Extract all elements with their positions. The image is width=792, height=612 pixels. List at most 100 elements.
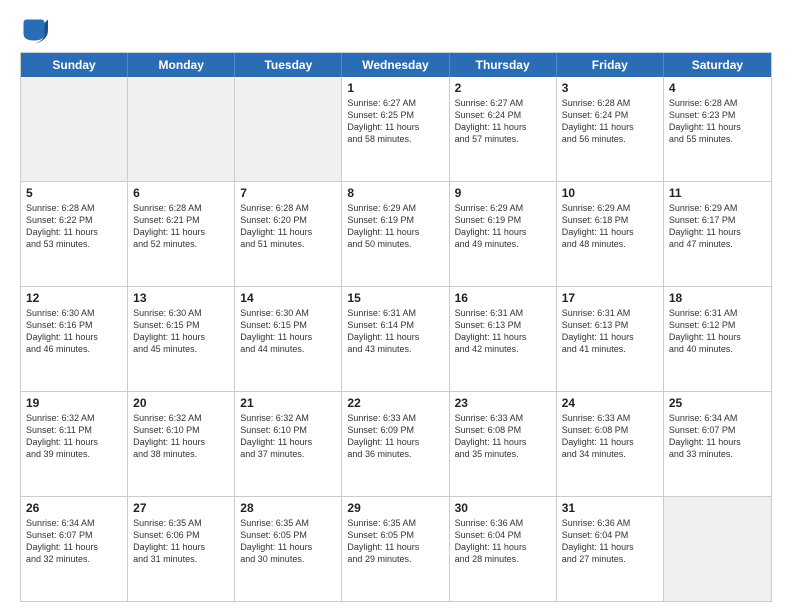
cal-cell-29: 29 Sunrise: 6:35 AM Sunset: 6:05 PM Dayli… — [342, 497, 449, 601]
day-number: 28 — [240, 501, 336, 515]
cell-info: Sunrise: 6:29 AM Sunset: 6:17 PM Dayligh… — [669, 202, 766, 251]
cell-info: Sunrise: 6:31 AM Sunset: 6:13 PM Dayligh… — [562, 307, 658, 356]
day-number: 22 — [347, 396, 443, 410]
cal-cell-19: 19 Sunrise: 6:32 AM Sunset: 6:11 PM Dayli… — [21, 392, 128, 496]
cal-cell-17: 17 Sunrise: 6:31 AM Sunset: 6:13 PM Dayli… — [557, 287, 664, 391]
cell-info: Sunrise: 6:28 AM Sunset: 6:20 PM Dayligh… — [240, 202, 336, 251]
cal-cell-24: 24 Sunrise: 6:33 AM Sunset: 6:08 PM Dayli… — [557, 392, 664, 496]
weekday-header-wednesday: Wednesday — [342, 53, 449, 77]
header — [20, 16, 772, 44]
day-number: 11 — [669, 186, 766, 200]
calendar-row-3: 12 Sunrise: 6:30 AM Sunset: 6:16 PM Dayli… — [21, 286, 771, 391]
cal-cell-2: 2 Sunrise: 6:27 AM Sunset: 6:24 PM Daylig… — [450, 77, 557, 181]
day-number: 3 — [562, 81, 658, 95]
cal-cell-15: 15 Sunrise: 6:31 AM Sunset: 6:14 PM Dayli… — [342, 287, 449, 391]
day-number: 12 — [26, 291, 122, 305]
cell-info: Sunrise: 6:33 AM Sunset: 6:09 PM Dayligh… — [347, 412, 443, 461]
cell-info: Sunrise: 6:35 AM Sunset: 6:05 PM Dayligh… — [240, 517, 336, 566]
day-number: 24 — [562, 396, 658, 410]
cell-info: Sunrise: 6:35 AM Sunset: 6:06 PM Dayligh… — [133, 517, 229, 566]
cal-cell-31: 31 Sunrise: 6:36 AM Sunset: 6:04 PM Dayli… — [557, 497, 664, 601]
cal-cell-27: 27 Sunrise: 6:35 AM Sunset: 6:06 PM Dayli… — [128, 497, 235, 601]
cell-info: Sunrise: 6:31 AM Sunset: 6:14 PM Dayligh… — [347, 307, 443, 356]
cal-cell-13: 13Sunrise: 6:30 AM Sunset: 6:15 PM Dayli… — [128, 287, 235, 391]
cal-cell-5: 5 Sunrise: 6:28 AM Sunset: 6:22 PM Daylig… — [21, 182, 128, 286]
cell-info: Sunrise: 6:28 AM Sunset: 6:21 PM Dayligh… — [133, 202, 229, 251]
cell-info: Sunrise: 6:28 AM Sunset: 6:24 PM Dayligh… — [562, 97, 658, 146]
cell-info: Sunrise: 6:30 AM Sunset: 6:16 PM Dayligh… — [26, 307, 122, 356]
cell-info: Sunrise: 6:32 AM Sunset: 6:10 PM Dayligh… — [133, 412, 229, 461]
cell-info: Sunrise: 6:35 AM Sunset: 6:05 PM Dayligh… — [347, 517, 443, 566]
day-number: 20 — [133, 396, 229, 410]
cal-cell-30: 30Sunrise: 6:36 AM Sunset: 6:04 PM Dayli… — [450, 497, 557, 601]
day-number: 21 — [240, 396, 336, 410]
cal-cell-9: 9 Sunrise: 6:29 AM Sunset: 6:19 PM Daylig… — [450, 182, 557, 286]
logo — [20, 16, 52, 44]
calendar-row-1: 1 Sunrise: 6:27 AM Sunset: 6:25 PM Daylig… — [21, 77, 771, 181]
cal-cell-28: 28 Sunrise: 6:35 AM Sunset: 6:05 PM Dayli… — [235, 497, 342, 601]
cell-info: Sunrise: 6:31 AM Sunset: 6:12 PM Dayligh… — [669, 307, 766, 356]
day-number: 25 — [669, 396, 766, 410]
cal-cell-14: 14Sunrise: 6:30 AM Sunset: 6:15 PM Dayli… — [235, 287, 342, 391]
day-number: 31 — [562, 501, 658, 515]
cal-cell-7: 7Sunrise: 6:28 AM Sunset: 6:20 PM Daylig… — [235, 182, 342, 286]
cal-cell-empty-0-0 — [21, 77, 128, 181]
day-number: 19 — [26, 396, 122, 410]
calendar-header: SundayMondayTuesdayWednesdayThursdayFrid… — [21, 53, 771, 77]
cal-cell-1: 1 Sunrise: 6:27 AM Sunset: 6:25 PM Daylig… — [342, 77, 449, 181]
day-number: 10 — [562, 186, 658, 200]
calendar-row-4: 19 Sunrise: 6:32 AM Sunset: 6:11 PM Dayli… — [21, 391, 771, 496]
cell-info: Sunrise: 6:36 AM Sunset: 6:04 PM Dayligh… — [455, 517, 551, 566]
cal-cell-18: 18 Sunrise: 6:31 AM Sunset: 6:12 PM Dayli… — [664, 287, 771, 391]
cal-cell-10: 10Sunrise: 6:29 AM Sunset: 6:18 PM Dayli… — [557, 182, 664, 286]
cal-cell-12: 12 Sunrise: 6:30 AM Sunset: 6:16 PM Dayli… — [21, 287, 128, 391]
calendar-row-5: 26 Sunrise: 6:34 AM Sunset: 6:07 PM Dayli… — [21, 496, 771, 601]
cal-cell-3: 3 Sunrise: 6:28 AM Sunset: 6:24 PM Daylig… — [557, 77, 664, 181]
cell-info: Sunrise: 6:33 AM Sunset: 6:08 PM Dayligh… — [455, 412, 551, 461]
weekday-header-monday: Monday — [128, 53, 235, 77]
cell-info: Sunrise: 6:30 AM Sunset: 6:15 PM Dayligh… — [240, 307, 336, 356]
cell-info: Sunrise: 6:29 AM Sunset: 6:19 PM Dayligh… — [347, 202, 443, 251]
day-number: 9 — [455, 186, 551, 200]
day-number: 1 — [347, 81, 443, 95]
cell-info: Sunrise: 6:36 AM Sunset: 6:04 PM Dayligh… — [562, 517, 658, 566]
calendar-body: 1 Sunrise: 6:27 AM Sunset: 6:25 PM Daylig… — [21, 77, 771, 601]
day-number: 2 — [455, 81, 551, 95]
cell-info: Sunrise: 6:33 AM Sunset: 6:08 PM Dayligh… — [562, 412, 658, 461]
logo-icon — [20, 16, 48, 44]
day-number: 17 — [562, 291, 658, 305]
cal-cell-21: 21 Sunrise: 6:32 AM Sunset: 6:10 PM Dayli… — [235, 392, 342, 496]
day-number: 16 — [455, 291, 551, 305]
cal-cell-8: 8 Sunrise: 6:29 AM Sunset: 6:19 PM Daylig… — [342, 182, 449, 286]
cell-info: Sunrise: 6:27 AM Sunset: 6:25 PM Dayligh… — [347, 97, 443, 146]
day-number: 5 — [26, 186, 122, 200]
cal-cell-22: 22 Sunrise: 6:33 AM Sunset: 6:09 PM Dayli… — [342, 392, 449, 496]
day-number: 29 — [347, 501, 443, 515]
cal-cell-empty-0-1 — [128, 77, 235, 181]
day-number: 8 — [347, 186, 443, 200]
cell-info: Sunrise: 6:32 AM Sunset: 6:10 PM Dayligh… — [240, 412, 336, 461]
cell-info: Sunrise: 6:28 AM Sunset: 6:22 PM Dayligh… — [26, 202, 122, 251]
cell-info: Sunrise: 6:27 AM Sunset: 6:24 PM Dayligh… — [455, 97, 551, 146]
cell-info: Sunrise: 6:29 AM Sunset: 6:19 PM Dayligh… — [455, 202, 551, 251]
cell-info: Sunrise: 6:30 AM Sunset: 6:15 PM Dayligh… — [133, 307, 229, 356]
day-number: 18 — [669, 291, 766, 305]
cell-info: Sunrise: 6:32 AM Sunset: 6:11 PM Dayligh… — [26, 412, 122, 461]
day-number: 27 — [133, 501, 229, 515]
day-number: 4 — [669, 81, 766, 95]
cal-cell-6: 6 Sunrise: 6:28 AM Sunset: 6:21 PM Daylig… — [128, 182, 235, 286]
weekday-header-friday: Friday — [557, 53, 664, 77]
day-number: 26 — [26, 501, 122, 515]
weekday-header-thursday: Thursday — [450, 53, 557, 77]
cal-cell-20: 20 Sunrise: 6:32 AM Sunset: 6:10 PM Dayli… — [128, 392, 235, 496]
day-number: 15 — [347, 291, 443, 305]
page: SundayMondayTuesdayWednesdayThursdayFrid… — [0, 0, 792, 612]
weekday-header-sunday: Sunday — [21, 53, 128, 77]
day-number: 6 — [133, 186, 229, 200]
cell-info: Sunrise: 6:34 AM Sunset: 6:07 PM Dayligh… — [26, 517, 122, 566]
cal-cell-25: 25 Sunrise: 6:34 AM Sunset: 6:07 PM Dayli… — [664, 392, 771, 496]
cell-info: Sunrise: 6:34 AM Sunset: 6:07 PM Dayligh… — [669, 412, 766, 461]
cell-info: Sunrise: 6:31 AM Sunset: 6:13 PM Dayligh… — [455, 307, 551, 356]
cal-cell-empty-0-2 — [235, 77, 342, 181]
day-number: 23 — [455, 396, 551, 410]
